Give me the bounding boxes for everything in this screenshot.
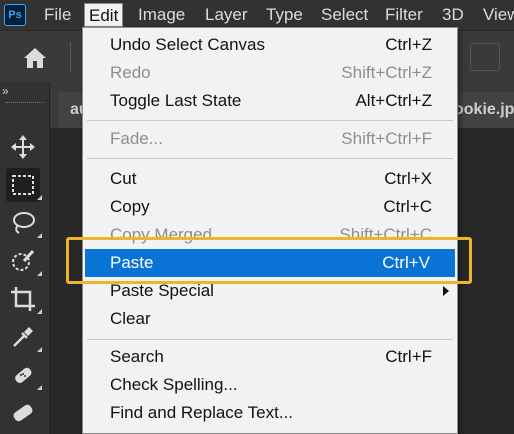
menu-view[interactable]: View: [479, 3, 514, 27]
menu-item-label: Copy: [110, 197, 150, 216]
options-control[interactable]: [470, 43, 500, 71]
menu-separator: [87, 158, 453, 159]
menu-item-clear[interactable]: Clear: [83, 305, 457, 333]
tool-quick-selection[interactable]: [6, 244, 42, 278]
tool-bandage[interactable]: [6, 396, 40, 430]
tool-flyout-indicator: [37, 271, 42, 276]
tool-flyout-indicator: [37, 195, 42, 200]
menu-item-label: Fade...: [110, 129, 163, 148]
menu-item-check-spelling[interactable]: Check Spelling...: [83, 371, 457, 399]
tool-healing-brush[interactable]: [6, 358, 42, 392]
menu-item-fade[interactable]: Fade... Shift+Ctrl+F: [83, 125, 457, 153]
menu-item-toggle-last-state[interactable]: Toggle Last State Alt+Ctrl+Z: [83, 87, 457, 115]
healing-brush-icon: [15, 367, 32, 383]
menu-item-shortcut: Ctrl+F: [385, 347, 432, 366]
tool-eyedropper[interactable]: [6, 320, 42, 354]
menu-item-shortcut: Ctrl+X: [384, 169, 432, 188]
menu-item-label: Check Spelling...: [110, 375, 238, 394]
lasso-icon: [13, 212, 35, 234]
menu-item-copy[interactable]: Copy Ctrl+C: [83, 193, 457, 221]
tool-rectangular-marquee[interactable]: [6, 168, 42, 202]
home-icon: [24, 48, 46, 68]
menu-item-find-replace-text[interactable]: Find and Replace Text...: [83, 399, 457, 427]
menu-item-undo[interactable]: Undo Select Canvas Ctrl+Z: [83, 31, 457, 59]
tools-separator: [6, 102, 44, 104]
highlight-annotation: [66, 237, 472, 284]
quick-selection-icon: [12, 249, 35, 271]
tool-flyout-indicator: [37, 385, 42, 390]
menu-image[interactable]: Image: [134, 3, 189, 27]
menu-item-shortcut: Ctrl+Z: [385, 35, 432, 54]
menu-item-redo[interactable]: Redo Shift+Ctrl+Z: [83, 59, 457, 87]
menu-separator: [87, 339, 453, 340]
menu-edit[interactable]: Edit: [84, 3, 124, 27]
move-icon: [11, 135, 35, 159]
menu-filter[interactable]: Filter: [381, 3, 427, 27]
submenu-arrow-icon: [443, 286, 449, 296]
menu-item-cut[interactable]: Cut Ctrl+X: [83, 165, 457, 193]
eyedropper-icon: [13, 327, 33, 347]
menu-item-search[interactable]: Search Ctrl+F: [83, 343, 457, 371]
photoshop-logo: Ps: [4, 4, 26, 26]
options-separator: [70, 43, 72, 71]
menu-file[interactable]: File: [40, 3, 75, 27]
menu-item-shortcut: Shift+Ctrl+Z: [341, 63, 432, 82]
menu-item-label: Cut: [110, 169, 137, 188]
menu-item-label: Find and Replace Text...: [110, 403, 294, 422]
menu-item-label: Redo: [110, 63, 151, 82]
menu-select[interactable]: Select: [317, 3, 372, 27]
tool-crop[interactable]: [6, 282, 42, 316]
tool-lasso[interactable]: [6, 206, 42, 240]
rectangular-marquee-icon: [12, 175, 34, 195]
menu-item-label: Search: [110, 347, 164, 366]
home-button[interactable]: [18, 43, 52, 73]
tool-flyout-indicator: [37, 309, 42, 314]
menu-item-label: Undo Select Canvas: [110, 35, 265, 54]
menu-item-shortcut: Ctrl+C: [383, 197, 432, 216]
menu-item-shortcut: Alt+Ctrl+Z: [355, 91, 432, 110]
menu-bar: Ps File Edit Image Layer Type Select Fil…: [0, 0, 514, 30]
menu-type[interactable]: Type: [262, 3, 307, 27]
tool-flyout-indicator: [37, 347, 42, 352]
menu-item-label: Toggle Last State: [110, 91, 242, 110]
menu-item-label: Clear: [110, 309, 151, 328]
edit-menu-dropdown: Undo Select Canvas Ctrl+Z Redo Shift+Ctr…: [82, 27, 458, 434]
crop-icon: [11, 287, 35, 311]
tools-panel: »: [0, 82, 50, 434]
menu-separator: [87, 120, 453, 121]
bandage-icon: [13, 404, 33, 422]
menu-layer[interactable]: Layer: [201, 3, 252, 27]
menu-3d[interactable]: 3D: [438, 3, 468, 27]
menu-item-shortcut: Shift+Ctrl+F: [341, 129, 432, 148]
tool-flyout-indicator: [37, 233, 42, 238]
collapse-panel-button[interactable]: »: [2, 84, 9, 98]
tool-move[interactable]: [6, 130, 40, 164]
